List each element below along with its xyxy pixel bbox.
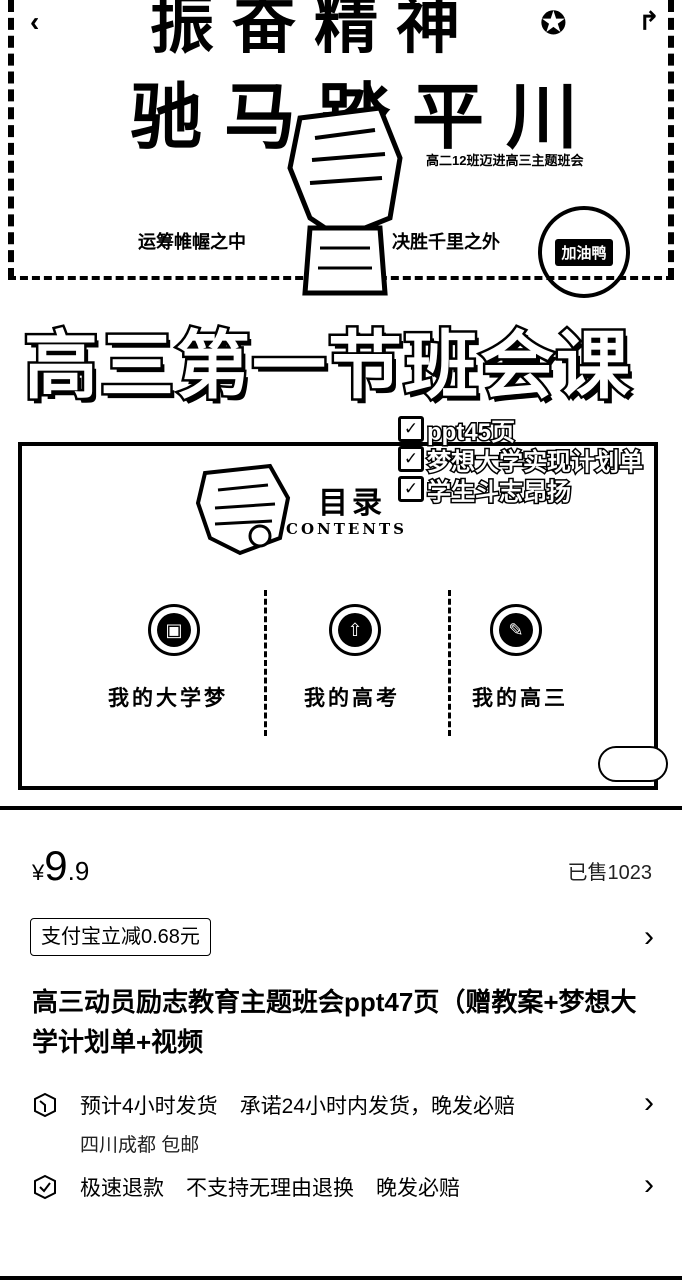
seal-text: 加油鸭 <box>555 238 613 266</box>
checkbox-icon: ✓ <box>398 446 424 472</box>
section-divider <box>0 806 682 810</box>
feature-item: ✓ ppt45页 <box>398 414 643 447</box>
slide-slogan-left: 运筹帷幄之中 <box>138 232 246 252</box>
shipping-row[interactable]: 预计4小时发货 承诺24小时内发货，晚发必赔 四川成都 包邮 › <box>32 1086 654 1160</box>
checkbox-icon: ✓ <box>398 416 424 442</box>
slide-top-text: 振奋精神 <box>150 0 478 63</box>
category-label: 我的大学梦 <box>108 687 228 710</box>
category-label: 我的高考 <box>304 687 400 710</box>
shipping-promise: 承诺24小时内发货，晚发必赔 <box>239 1095 516 1118</box>
bottom-border <box>0 1276 682 1280</box>
fist-illustration <box>270 98 420 298</box>
checkbox-icon: ✓ <box>398 476 424 502</box>
contents-subtitle: CONTENTS <box>286 520 408 538</box>
feature-item: ✓ 梦想大学实现计划单 <box>398 444 645 477</box>
currency-symbol: ¥ <box>32 860 45 885</box>
product-image-carousel[interactable]: 振奋精神 驰马踏平川 高二12班迈进高三主题班会 运筹帷幄之中 决胜千里之外 加… <box>0 0 682 808</box>
refund-row[interactable]: 极速退款 不支持无理由退换 晚发必赔 › <box>32 1168 654 1208</box>
price-decimal: .9 <box>67 856 90 886</box>
feature-item: ✓ 学生斗志昂扬 <box>398 474 643 507</box>
refund-policy: 不支持无理由退换 <box>186 1177 354 1200</box>
divider <box>448 590 451 736</box>
chevron-right-icon[interactable]: › <box>644 920 654 954</box>
big-title: 高三第一节班会课 <box>22 321 633 412</box>
price: ¥9.9 <box>32 842 89 890</box>
promo-row[interactable]: 支付宝立减0.68元 › <box>30 918 654 962</box>
chevron-right-icon[interactable]: › <box>644 1168 654 1202</box>
chevron-right-icon[interactable]: › <box>644 1086 654 1120</box>
refund-text: 极速退款 不支持无理由退换 晚发必赔 <box>80 1172 460 1202</box>
image-counter-pill[interactable] <box>598 746 668 782</box>
back-icon[interactable]: ‹ <box>30 6 39 38</box>
shipping-text: 预计4小时发货 承诺24小时内发货，晚发必赔 <box>80 1090 515 1120</box>
contents-title: 目录 <box>318 487 386 520</box>
category-label: 我的高三 <box>472 687 568 710</box>
refund-fast: 极速退款 <box>80 1177 164 1200</box>
shipping-icon <box>34 1092 56 1118</box>
shipping-estimate: 预计4小时发货 <box>80 1095 218 1118</box>
star-icon[interactable]: ✪ <box>540 4 567 42</box>
seal-stamp: 加油鸭 <box>538 206 630 298</box>
shipping-origin: 四川成都 包邮 <box>80 1135 200 1156</box>
share-icon[interactable]: ↱ <box>638 6 660 37</box>
product-title: 高三动员励志教育主题班会ppt47页（赠教案+梦想大学计划单+视频 <box>32 987 637 1057</box>
edit-icon: ✎ <box>490 604 542 656</box>
divider <box>264 590 267 736</box>
cube-icon: ▣ <box>148 604 200 656</box>
price-integer: 9 <box>44 842 68 889</box>
feature-list: ✓ ppt45页 ✓ 梦想大学实现计划单 ✓ 学生斗志昂扬 <box>398 414 645 507</box>
slide-subtitle: 高二12班迈进高三主题班会 <box>426 153 584 168</box>
fist-small-illustration <box>190 458 300 568</box>
cloud-upload-icon: ⇧ <box>329 604 381 656</box>
refund-late: 晚发必赔 <box>376 1177 460 1200</box>
sold-count: 已售1023 <box>567 862 653 884</box>
promo-tag[interactable]: 支付宝立减0.68元 <box>30 918 211 956</box>
shield-check-icon <box>34 1174 56 1200</box>
